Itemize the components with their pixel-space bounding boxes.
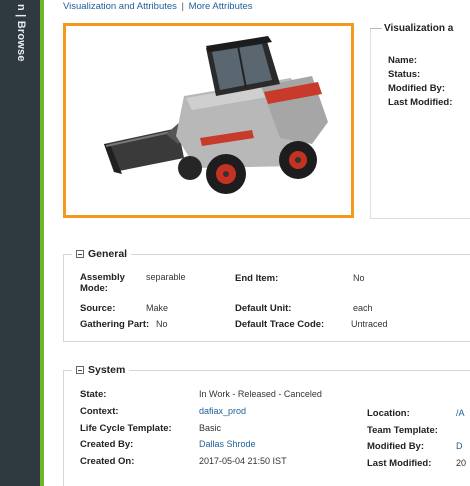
location-label: Location: bbox=[367, 408, 410, 419]
viz-last-modified-label: Last Modified: bbox=[388, 97, 453, 108]
skid-steer-loader-image bbox=[104, 36, 328, 194]
default-trace-code-label: Default Trace Code: bbox=[235, 319, 325, 330]
created-on-label: Created On: bbox=[80, 456, 135, 467]
created-by-label: Created By: bbox=[80, 439, 134, 450]
visualization-info-panel: Visualization a Name: Status: Modified B… bbox=[370, 22, 470, 219]
source-label: Source: bbox=[80, 303, 116, 314]
browse-tab-label: n | Browse bbox=[15, 4, 27, 62]
panel-border-bottom bbox=[370, 218, 470, 219]
last-modified-label: Last Modified: bbox=[367, 458, 432, 469]
end-item-value: No bbox=[353, 273, 365, 283]
general-section-title: General bbox=[88, 248, 128, 260]
assembly-mode-value: separable bbox=[146, 272, 186, 282]
state-value: In Work - Released - Canceled bbox=[199, 389, 322, 399]
default-unit-value: each bbox=[353, 303, 373, 313]
panel-title-rule bbox=[370, 28, 382, 29]
navigation-accent-bar bbox=[40, 0, 44, 486]
assembly-mode-label: Assembly Mode: bbox=[80, 272, 125, 294]
viz-status-label: Status: bbox=[388, 69, 421, 80]
modified-by-label: Modified By: bbox=[367, 441, 424, 452]
viz-modified-by-label: Modified By: bbox=[388, 83, 445, 94]
location-link[interactable]: /A bbox=[456, 408, 465, 418]
more-attributes-link[interactable]: More Attributes bbox=[189, 1, 253, 12]
system-section: System State: In Work - Released - Cance… bbox=[63, 364, 470, 486]
visualization-thumbnail[interactable] bbox=[63, 23, 354, 218]
viz-name-label: Name: bbox=[388, 55, 418, 66]
end-item-label: End Item: bbox=[235, 273, 279, 284]
link-separator: | bbox=[181, 1, 185, 12]
visualization-panel-title: Visualization a bbox=[384, 23, 454, 34]
gathering-part-value: No bbox=[156, 319, 168, 329]
system-section-title: System bbox=[88, 364, 126, 376]
collapse-toggle-icon[interactable] bbox=[76, 250, 84, 258]
default-unit-label: Default Unit: bbox=[235, 303, 292, 314]
default-trace-code-value: Untraced bbox=[351, 319, 388, 329]
modified-by-link[interactable]: D bbox=[456, 441, 463, 451]
source-value: Make bbox=[146, 303, 169, 313]
system-section-header[interactable]: System bbox=[72, 364, 130, 376]
last-modified-value: 20 bbox=[456, 458, 467, 468]
team-template-label: Team Template: bbox=[367, 425, 438, 436]
visualization-and-attributes-link[interactable]: Visualization and Attributes bbox=[63, 1, 177, 12]
collapse-toggle-icon[interactable] bbox=[76, 366, 84, 374]
context-label: Context: bbox=[80, 406, 119, 417]
attribute-links: Visualization and Attributes | More Attr… bbox=[63, 1, 253, 12]
general-section: General Assembly Mode: separable End Ite… bbox=[63, 248, 470, 342]
life-cycle-template-value: Basic bbox=[199, 423, 222, 433]
state-label: State: bbox=[80, 389, 107, 400]
general-section-header[interactable]: General bbox=[72, 248, 132, 260]
browse-tab[interactable]: n | Browse bbox=[9, 4, 31, 94]
life-cycle-template-label: Life Cycle Template: bbox=[80, 423, 172, 434]
created-by-link[interactable]: Dallas Shrode bbox=[199, 439, 256, 449]
created-on-value: 2017-05-04 21:50 IST bbox=[199, 456, 287, 466]
context-link[interactable]: dafiax_prod bbox=[199, 406, 246, 416]
gathering-part-label: Gathering Part: bbox=[80, 319, 150, 330]
panel-border bbox=[370, 28, 371, 218]
